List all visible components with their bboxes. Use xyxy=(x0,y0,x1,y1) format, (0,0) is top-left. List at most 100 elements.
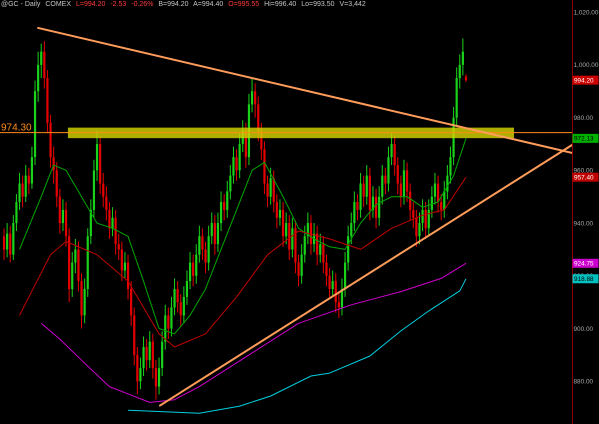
candle-body xyxy=(415,217,418,237)
candle-body xyxy=(374,196,378,218)
candle xyxy=(21,175,24,208)
candle-body xyxy=(207,236,210,263)
candle xyxy=(405,162,409,202)
candle xyxy=(74,238,77,274)
candle-body xyxy=(362,183,365,197)
horizontal-line-label: 974.30 xyxy=(1,123,32,134)
candle xyxy=(117,233,120,260)
candle xyxy=(216,212,220,253)
candle xyxy=(89,199,92,245)
candle-body xyxy=(77,249,80,282)
candle xyxy=(446,165,449,200)
candle-body xyxy=(288,223,291,250)
candle-body xyxy=(219,201,223,224)
price-marker: 994.20 xyxy=(572,75,599,85)
y-tick-label: 980.00 xyxy=(574,115,594,122)
candle-body xyxy=(151,341,154,369)
candle-body xyxy=(170,307,173,329)
candle-body xyxy=(95,143,99,171)
candle-body xyxy=(235,157,238,171)
candle-body xyxy=(33,91,37,158)
candle-body xyxy=(192,262,195,276)
candle-body xyxy=(12,223,15,255)
candle xyxy=(176,281,179,313)
candle-body xyxy=(381,175,384,197)
candle xyxy=(213,215,216,255)
price-chart[interactable]: 974.30 1,020.001,000.00980.00960.00940.0… xyxy=(0,0,599,424)
candle xyxy=(198,225,201,263)
candle-body xyxy=(49,122,52,158)
candle-body xyxy=(21,183,24,197)
candle xyxy=(464,74,468,83)
candle xyxy=(99,136,102,195)
candle-body xyxy=(24,175,27,197)
candle xyxy=(167,307,170,340)
candle-body xyxy=(405,170,409,192)
candle xyxy=(238,133,241,179)
y-tick-label: 880.00 xyxy=(574,379,594,386)
candle-body xyxy=(387,157,390,184)
candle-body xyxy=(102,183,105,197)
candle-body xyxy=(114,217,117,245)
candle xyxy=(126,254,130,300)
candle xyxy=(312,223,316,253)
candle xyxy=(92,159,96,218)
candle-body xyxy=(399,183,402,197)
candle xyxy=(232,146,235,184)
candle-body xyxy=(6,233,9,250)
candle xyxy=(142,336,145,377)
candle-body xyxy=(213,223,216,245)
candle-body xyxy=(136,354,139,382)
candle xyxy=(55,162,58,208)
candle-body xyxy=(216,223,220,245)
candle xyxy=(80,273,83,329)
candle-body xyxy=(418,223,421,237)
candle xyxy=(136,347,139,395)
candle xyxy=(46,70,49,134)
candle xyxy=(374,188,378,229)
candle xyxy=(331,270,334,297)
candle-body xyxy=(229,175,232,192)
candle xyxy=(399,175,402,208)
candle-body xyxy=(74,249,77,263)
candle-body xyxy=(164,315,167,342)
ask-price: A=994.40 xyxy=(193,1,224,8)
candle xyxy=(173,278,176,316)
candle xyxy=(43,41,46,89)
candle-body xyxy=(226,191,229,210)
candle-body xyxy=(46,78,49,123)
moving-average-line xyxy=(19,138,467,335)
price-marker-label: 924.75 xyxy=(574,261,594,268)
candle xyxy=(219,191,223,231)
moving-averages-layer xyxy=(19,138,467,414)
candle-body xyxy=(86,236,89,289)
candle-body xyxy=(412,209,415,218)
candle xyxy=(291,217,294,258)
candle-body xyxy=(15,201,18,224)
candle-body xyxy=(337,302,340,308)
candle-body xyxy=(343,262,347,289)
candle-body xyxy=(188,262,192,282)
candle xyxy=(201,228,204,260)
candle-body xyxy=(92,170,96,210)
candle xyxy=(77,241,80,292)
candle-body xyxy=(350,223,353,237)
candle-body xyxy=(281,209,285,237)
candle-body xyxy=(359,183,362,210)
candle-body xyxy=(303,236,306,255)
candle-body xyxy=(427,209,430,229)
candle xyxy=(461,38,464,76)
candle xyxy=(170,296,173,337)
candle xyxy=(250,78,254,113)
last-price: L=994.20 xyxy=(75,1,106,8)
candle-body xyxy=(455,78,458,118)
candle xyxy=(210,212,213,245)
candle-body xyxy=(68,236,71,289)
candle-body xyxy=(291,228,294,250)
exchange-label: COMEX xyxy=(45,1,72,8)
candle xyxy=(319,233,322,263)
candle xyxy=(114,209,117,255)
candle-body xyxy=(464,76,468,81)
symbol-header: @GC - Daily COMEX L=994.20 -2.53 -0.26% … xyxy=(1,0,369,9)
candle xyxy=(148,331,151,369)
